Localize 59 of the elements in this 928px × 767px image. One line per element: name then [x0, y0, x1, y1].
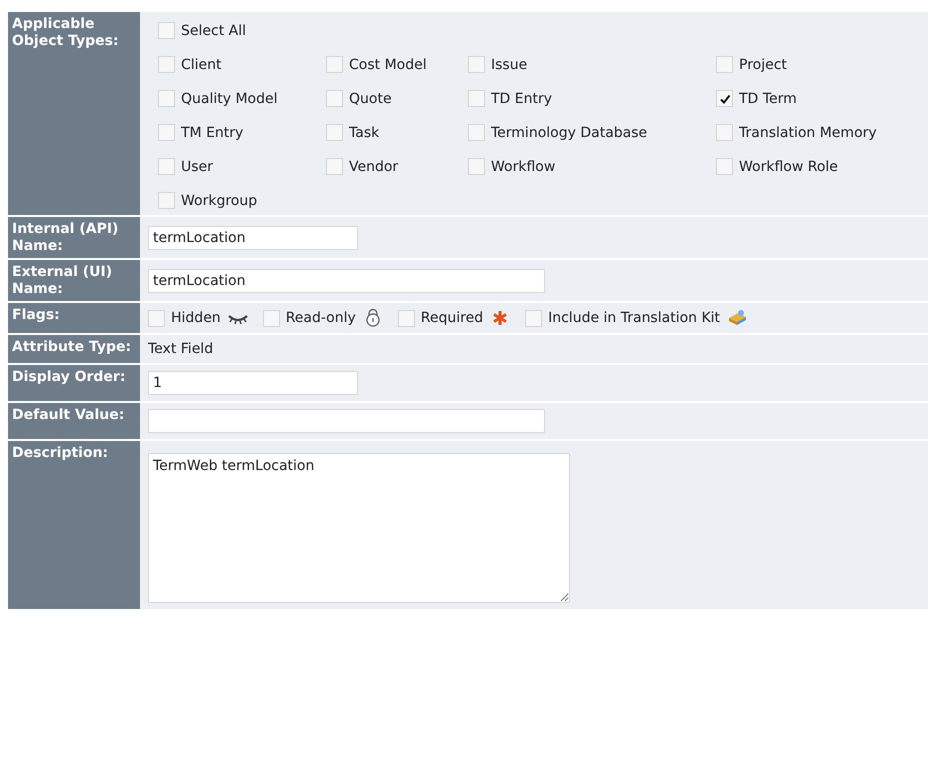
field-label: Internal (API) Name: — [8, 217, 140, 258]
field-label: Attribute Type: — [8, 335, 140, 363]
checkbox-label: Quote — [349, 90, 392, 106]
field-label: Flags: — [8, 303, 140, 333]
checkbox[interactable] — [525, 310, 542, 326]
checkbox-label: Required — [420, 310, 484, 326]
checkbox-label: Workflow — [491, 158, 556, 174]
package-icon — [726, 309, 748, 327]
field-label: External (UI) Name: — [8, 260, 140, 301]
checkbox-label: TD Term — [739, 90, 797, 106]
checkbox-label: Include in Translation Kit — [548, 310, 720, 326]
input-field[interactable] — [148, 409, 545, 433]
checkbox[interactable] — [326, 56, 343, 73]
text-area[interactable]: TermWeb termLocation — [148, 453, 570, 603]
checkbox-label: Read-only — [286, 310, 356, 326]
checkbox-label: Translation Memory — [739, 124, 877, 140]
checkbox[interactable] — [158, 124, 175, 141]
checkbox[interactable] — [468, 90, 485, 107]
field-label: Default Value: — [8, 403, 140, 439]
field-label: Display Order: — [8, 365, 140, 401]
field-label: Description: — [8, 441, 140, 609]
checkbox[interactable] — [158, 90, 175, 107]
checkbox-label: Task — [349, 124, 380, 140]
checkbox-label: Client — [181, 56, 222, 72]
checkbox-label: Workgroup — [181, 192, 258, 208]
input-field[interactable]: termLocation — [148, 268, 545, 292]
checkbox[interactable] — [326, 90, 343, 107]
checkbox[interactable] — [716, 158, 733, 175]
input-field[interactable]: termLocation — [148, 226, 358, 250]
checkbox-label: Hidden — [171, 310, 221, 326]
checkbox[interactable] — [716, 124, 733, 141]
checkbox-label: TM Entry — [181, 124, 244, 140]
checkbox[interactable] — [398, 310, 415, 326]
checkbox[interactable] — [468, 56, 485, 73]
checkbox[interactable] — [468, 158, 485, 175]
checkbox-label: Quality Model — [181, 90, 278, 106]
checkbox[interactable] — [158, 192, 175, 209]
checkbox[interactable] — [468, 124, 485, 141]
checkbox-label: Cost Model — [349, 56, 427, 72]
checkbox[interactable] — [716, 90, 733, 107]
checkbox-label: Project — [739, 56, 787, 72]
checkbox-label: Vendor — [349, 158, 398, 174]
field-value: Text Field — [148, 341, 214, 357]
checkbox[interactable] — [158, 56, 175, 73]
checkbox-label: Select All — [181, 22, 246, 38]
checkbox-label: Workflow Role — [739, 158, 838, 174]
checkbox[interactable] — [716, 56, 733, 73]
input-field[interactable]: 1 — [148, 371, 358, 395]
checkbox[interactable] — [326, 158, 343, 175]
checkbox-label: Terminology Database — [491, 124, 648, 140]
checkbox[interactable] — [262, 310, 280, 326]
field-label: Applicable Object Types: — [8, 12, 140, 215]
checkbox[interactable] — [148, 310, 165, 326]
checkbox[interactable] — [326, 124, 343, 141]
checkbox[interactable] — [158, 22, 175, 39]
checkbox[interactable] — [158, 158, 175, 175]
checkbox-label: Issue — [491, 56, 528, 72]
checkbox-label: User — [181, 158, 213, 174]
checkbox-label: TD Entry — [491, 90, 552, 106]
